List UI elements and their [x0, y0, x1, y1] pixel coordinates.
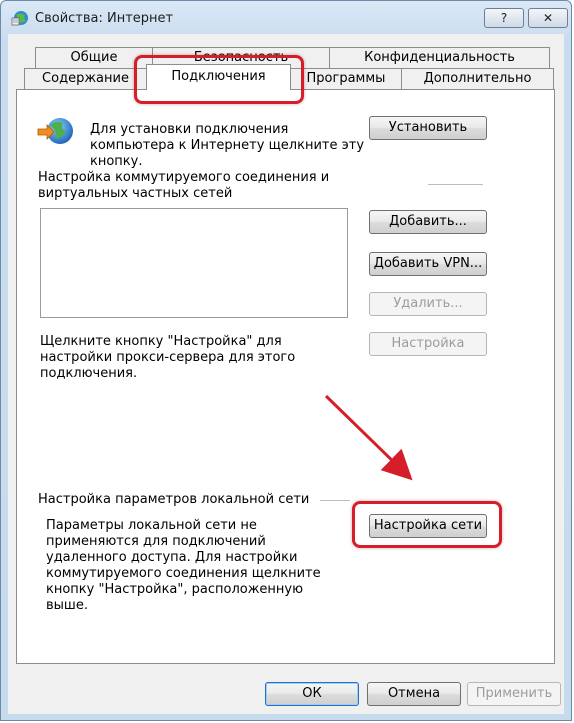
lan-separator — [320, 500, 350, 501]
tab-programs[interactable]: Программы — [290, 68, 402, 90]
add-button[interactable]: Добавить... — [369, 210, 487, 234]
tab-content[interactable]: Содержание — [24, 68, 147, 90]
window-title: Свойства: Интернет — [35, 11, 174, 26]
lan-button-highlight-frame — [352, 501, 502, 548]
setup-button[interactable]: Установить — [369, 116, 487, 140]
globe-connection-icon — [37, 118, 73, 144]
close-button[interactable]: ✕ — [528, 8, 568, 28]
help-button[interactable]: ? — [484, 8, 524, 28]
proxy-hint: Щелкните кнопку "Настройка" для настройк… — [40, 334, 296, 381]
apply-button[interactable]: Применить — [467, 682, 561, 706]
lan-description: Параметры локальной сети не применяются … — [46, 518, 321, 613]
cancel-button[interactable]: Отмена — [367, 682, 461, 706]
tab-highlight-frame — [134, 55, 304, 104]
internet-options-icon — [11, 11, 28, 26]
dialup-heading: Настройка коммутируемого соединения и ви… — [38, 170, 330, 201]
setup-description: Для установки подключения компьютера к И… — [90, 122, 365, 169]
annotation-arrow-icon — [324, 394, 413, 481]
tab-advanced[interactable]: Дополнительно — [401, 68, 554, 90]
remove-button[interactable]: Удалить... — [369, 292, 487, 316]
ok-button[interactable]: ОК — [265, 682, 359, 706]
dialup-settings-button[interactable]: Настройка — [369, 332, 487, 356]
title-bar[interactable]: Свойства: Интернет ? ✕ — [1, 1, 571, 35]
lan-heading: Настройка параметров локальной сети — [38, 492, 310, 507]
dialup-separator — [428, 184, 483, 185]
connections-listbox[interactable] — [40, 208, 348, 318]
add-vpn-button[interactable]: Добавить VPN... — [369, 252, 487, 276]
tab-privacy[interactable]: Конфиденциальность — [329, 47, 550, 69]
